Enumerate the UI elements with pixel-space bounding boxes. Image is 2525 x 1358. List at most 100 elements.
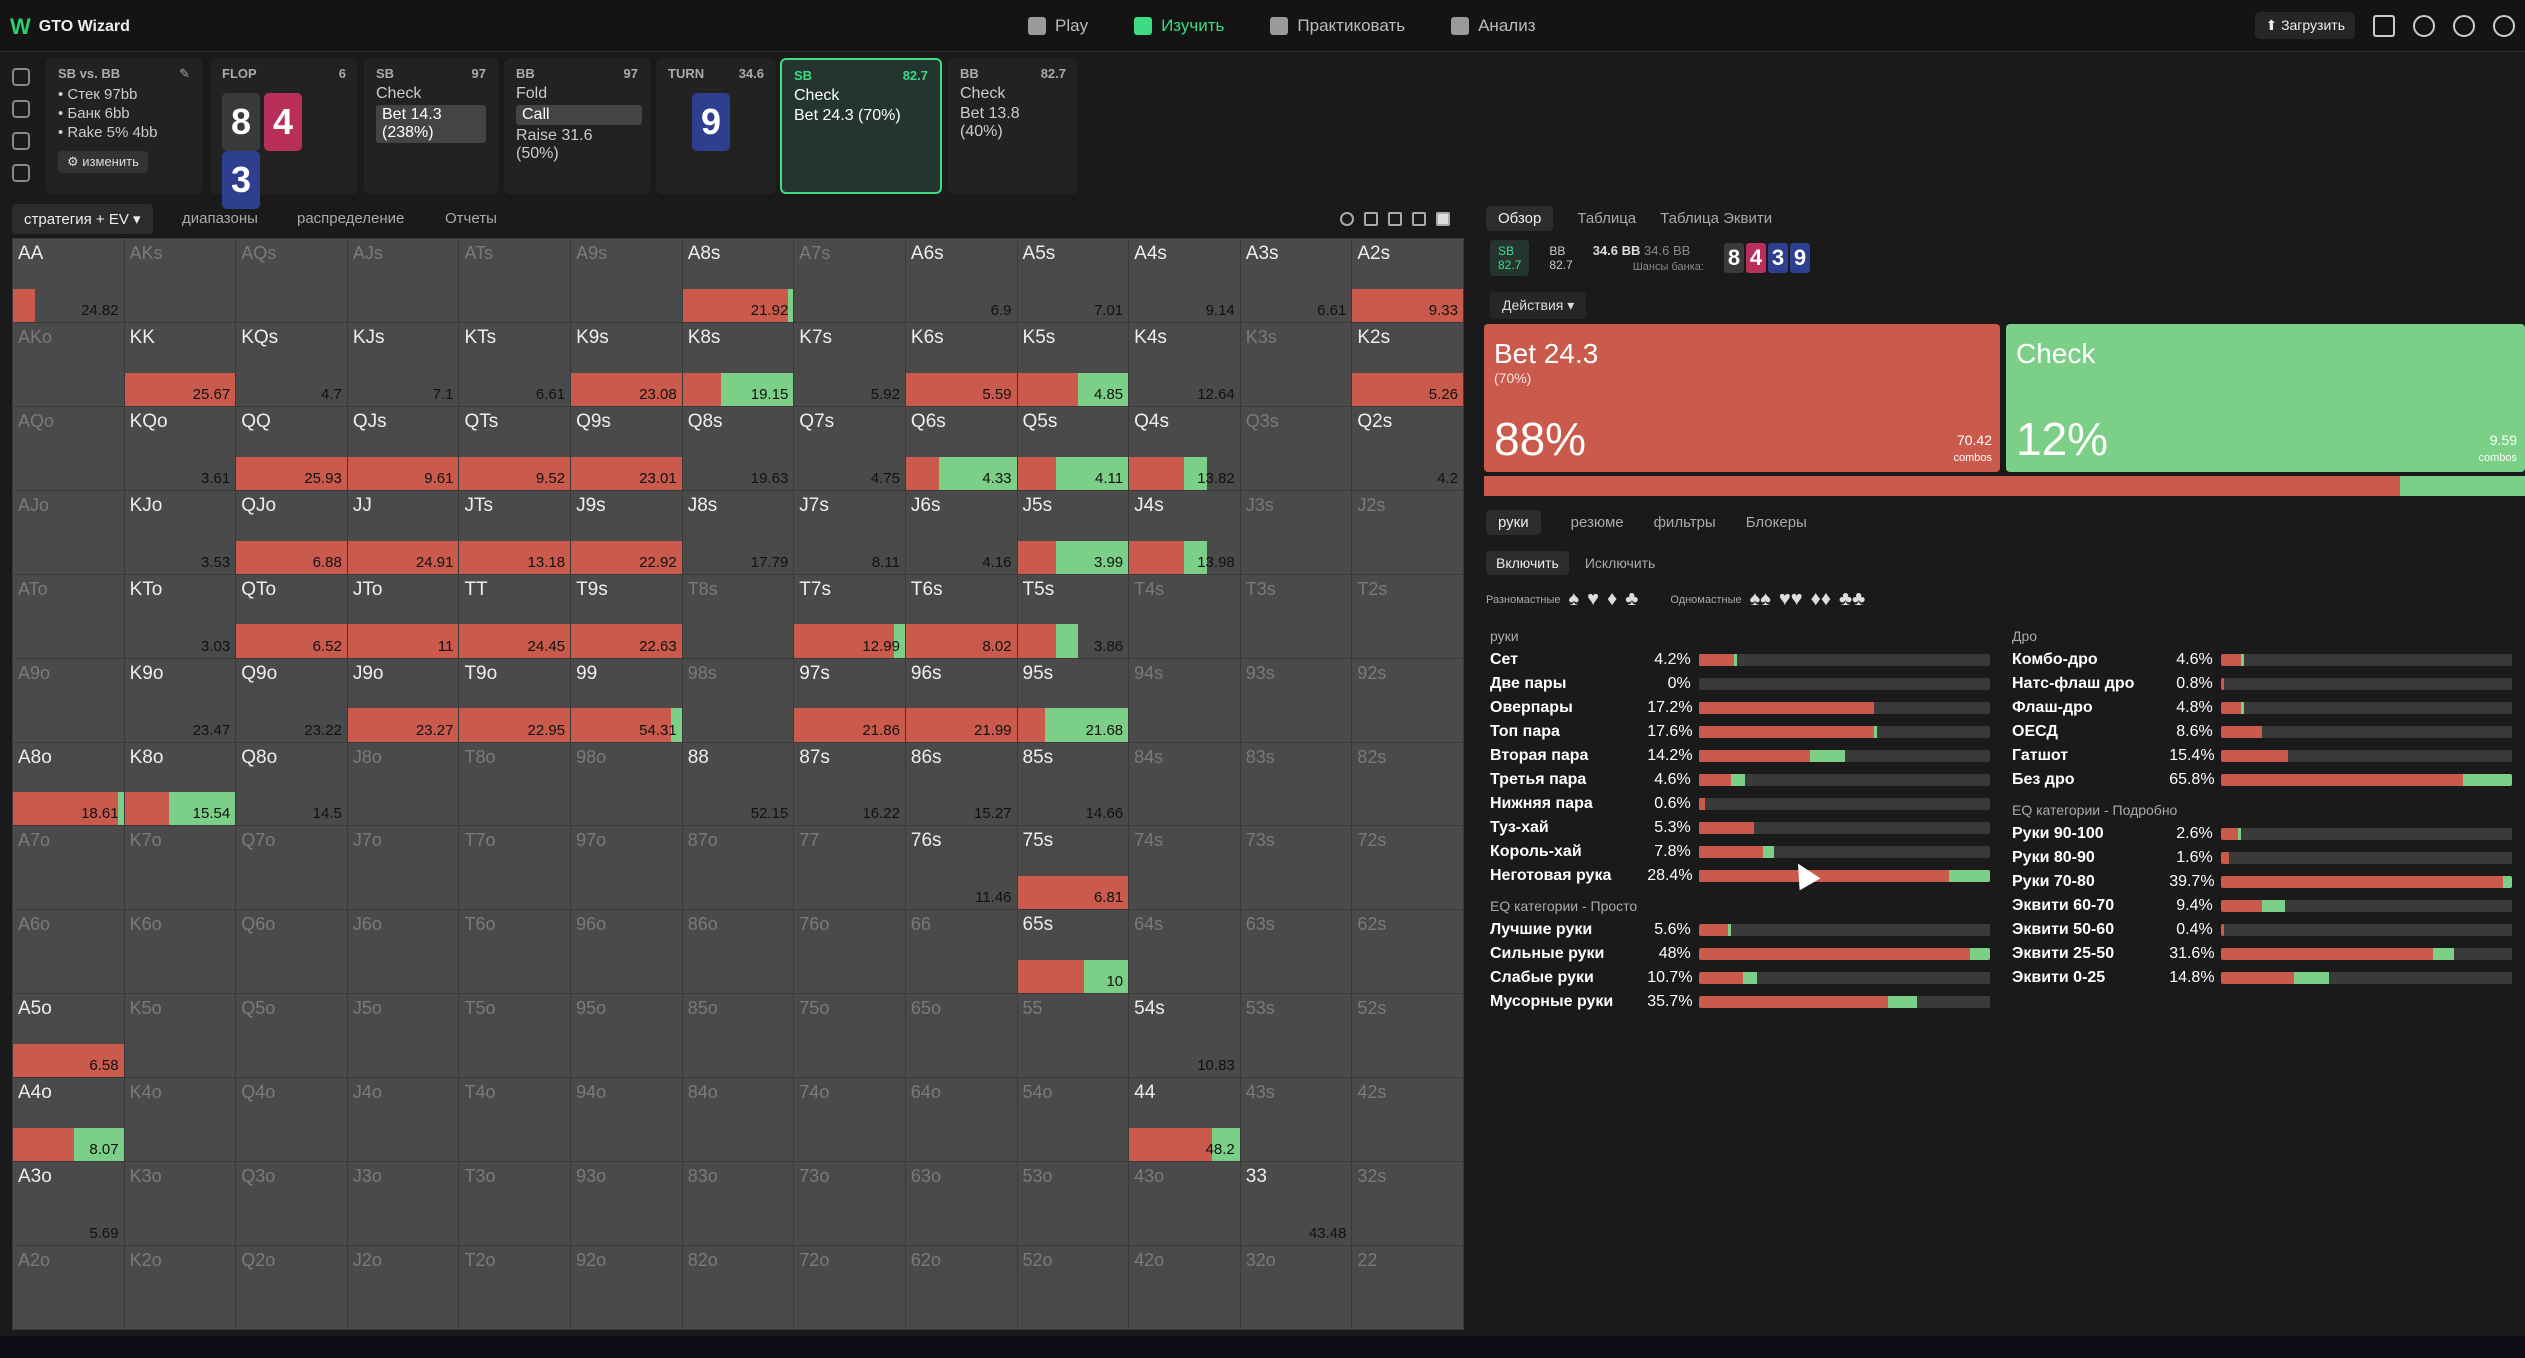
hand-cell[interactable]: KJs 7.1 (347, 322, 459, 406)
hand-cell[interactable]: A7s (794, 239, 905, 322)
double-club-icon[interactable]: ♣♣ (1839, 588, 1865, 611)
tab-ranges[interactable]: диапазоны (182, 210, 258, 227)
hand-cell[interactable]: AQo (13, 406, 124, 490)
hand-cell[interactable]: J3o (347, 1162, 459, 1246)
hand-cell[interactable]: A5s 7.01 (1017, 239, 1129, 322)
hand-cell[interactable]: 75o (794, 994, 905, 1078)
hand-cell[interactable]: Q7s 4.75 (794, 406, 905, 490)
stat-row[interactable]: Третья пара 4.6% (1490, 768, 1990, 792)
hand-cell[interactable]: T3s (1240, 574, 1352, 658)
hand-cell[interactable]: 85o (682, 994, 794, 1078)
save-icon[interactable] (12, 100, 30, 118)
hand-cell[interactable]: 33 43.48 (1240, 1162, 1352, 1246)
hand-cell[interactable]: A8s 21.92 (682, 239, 794, 322)
hand-cell[interactable]: 64o (905, 1078, 1017, 1162)
action-fold[interactable]: Fold (516, 85, 638, 103)
action-bet[interactable]: Bet 13.8 (40%) (960, 105, 1066, 141)
hand-cell[interactable]: Q3s (1240, 406, 1352, 490)
sb-turn-card-active[interactable]: SB 82.7 Check Bet 24.3 (70%) (780, 58, 942, 194)
sb-flop-card[interactable]: SB 97 Check Bet 14.3 (238%) (364, 58, 498, 194)
hand-cell[interactable]: 64s (1129, 910, 1240, 994)
hand-cell[interactable]: 52o (1017, 1246, 1129, 1329)
hand-cell[interactable]: ATs (459, 239, 571, 322)
hand-cell[interactable]: 98o (571, 742, 682, 826)
stat-row[interactable]: Комбо-дро 4.6% (2012, 648, 2512, 672)
tab-distribution[interactable]: распределение (297, 210, 404, 227)
hand-cell[interactable]: K7o (124, 826, 236, 910)
hand-cell[interactable]: 76s 11.46 (905, 826, 1017, 910)
hand-cell[interactable]: A6o (13, 910, 124, 994)
hand-cell[interactable]: A4s 9.14 (1129, 239, 1240, 322)
hand-cell[interactable]: T7s 12.99 (794, 574, 905, 658)
hand-cell[interactable]: J5s 3.99 (1017, 490, 1129, 574)
hand-cell[interactable]: A7o (13, 826, 124, 910)
stat-row[interactable]: Эквити 50-60 0.4% (2012, 918, 2512, 942)
hand-cell[interactable]: 52s (1352, 994, 1463, 1078)
hand-cell[interactable]: 94s (1129, 658, 1240, 742)
hand-cell[interactable]: Q6s 4.33 (905, 406, 1017, 490)
hand-cell[interactable]: J3s (1240, 490, 1352, 574)
stat-row[interactable]: Гатшот 15.4% (2012, 744, 2512, 768)
double-spade-icon[interactable]: ♠♠ (1750, 588, 1771, 611)
hand-cell[interactable]: J4s 13.98 (1129, 490, 1240, 574)
view-single-icon[interactable] (1364, 212, 1378, 226)
hand-cell[interactable]: 87o (682, 826, 794, 910)
hand-cell[interactable]: AJo (13, 490, 124, 574)
user-icon[interactable] (2493, 14, 2515, 37)
hand-cell[interactable]: Q6o (236, 910, 347, 994)
stat-row[interactable]: Лучшие руки 5.6% (1490, 918, 1990, 942)
hand-cell[interactable]: K6o (124, 910, 236, 994)
stat-row[interactable]: Эквити 60-70 9.4% (2012, 894, 2512, 918)
nav-item-0[interactable]: Play (1010, 0, 1106, 52)
stat-row[interactable]: Сильные руки 48% (1490, 942, 1990, 966)
hand-cell[interactable]: A8o 18.61 (13, 742, 124, 826)
hand-cell[interactable]: A2o (13, 1246, 124, 1329)
flop-card[interactable]: FLOP 6 8 43 (210, 58, 358, 209)
hand-cell[interactable]: 32s (1352, 1162, 1463, 1246)
hand-cell[interactable]: 73o (794, 1162, 905, 1246)
hand-cell[interactable]: 95s 21.68 (1017, 658, 1129, 742)
hand-cell[interactable]: 53s (1240, 994, 1352, 1078)
spade-icon[interactable]: ♠ (1569, 588, 1580, 611)
hand-cell[interactable]: J9s 22.92 (571, 490, 682, 574)
stat-row[interactable]: Эквити 25-50 31.6% (2012, 942, 2512, 966)
hand-cell[interactable]: 83s (1240, 742, 1352, 826)
cursor-tool-icon[interactable] (12, 164, 30, 182)
stat-row[interactable]: Неготовая рука 28.4% (1490, 864, 1990, 888)
hand-cell[interactable]: 92o (571, 1246, 682, 1329)
hand-cell[interactable]: 82s (1352, 742, 1463, 826)
hand-cell[interactable]: 32o (1240, 1246, 1352, 1329)
hand-cell[interactable]: 22 (1352, 1246, 1463, 1329)
tab-hands[interactable]: руки (1486, 510, 1541, 535)
tab-equity-table[interactable]: Таблица Эквити (1660, 210, 1772, 231)
stat-row[interactable]: Оверпары 17.2% (1490, 696, 1990, 720)
hand-cell[interactable]: 65o (905, 994, 1017, 1078)
hand-cell[interactable]: 88 52.15 (682, 742, 794, 826)
hand-cell[interactable]: 92s (1352, 658, 1463, 742)
tab-strategy-ev[interactable]: стратегия + EV ▾ (12, 204, 153, 234)
hand-cell[interactable]: T6s 8.02 (905, 574, 1017, 658)
hand-cell[interactable]: T5o (459, 994, 571, 1078)
hand-cell[interactable]: 84s (1129, 742, 1240, 826)
hand-cell[interactable]: T9s 22.63 (571, 574, 682, 658)
settings-icon[interactable] (2453, 14, 2475, 37)
hand-cell[interactable]: T9o 22.95 (459, 658, 571, 742)
action-check[interactable]: Check (960, 85, 1066, 103)
hand-cell[interactable]: 96o (571, 910, 682, 994)
hand-cell[interactable]: K5o (124, 994, 236, 1078)
reset-icon[interactable] (12, 68, 30, 86)
action-check[interactable]: Check (794, 87, 928, 105)
hand-cell[interactable]: QJo 6.88 (236, 490, 347, 574)
hand-cell[interactable]: Q9s 23.01 (571, 406, 682, 490)
action-bet-selected[interactable]: Bet 14.3 (238%) (376, 105, 486, 143)
tab-table[interactable]: Таблица (1577, 210, 1636, 231)
heart-icon[interactable]: ♥ (1587, 588, 1599, 611)
hand-cell[interactable]: 65s 10 (1017, 910, 1129, 994)
view-circle-icon[interactable] (1340, 212, 1354, 226)
hand-cell[interactable]: 95o (571, 994, 682, 1078)
app-logo[interactable]: W GTO Wizard (10, 14, 130, 40)
tab-filters[interactable]: фильтры (1654, 514, 1716, 535)
diamond-icon[interactable]: ♦ (1607, 588, 1617, 611)
hand-cell[interactable]: A3o 5.69 (13, 1162, 124, 1246)
double-heart-icon[interactable]: ♥♥ (1779, 588, 1803, 611)
